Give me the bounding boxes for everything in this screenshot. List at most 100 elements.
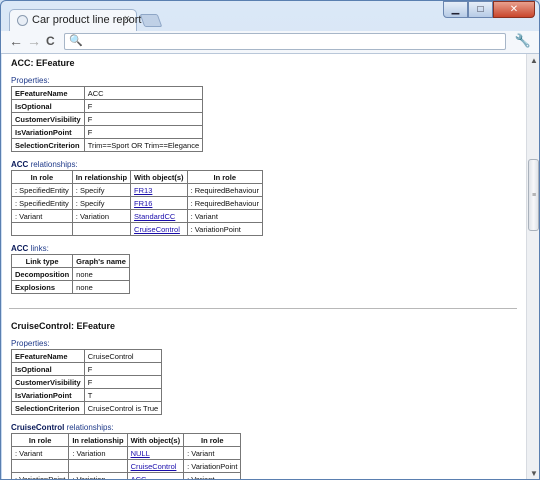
object-link[interactable]: ACC <box>131 475 147 480</box>
scroll-down-arrow-icon[interactable]: ▼ <box>530 469 538 478</box>
table-row: : Variant: Variation StandardCC: Variant <box>11 209 263 223</box>
section-title: CruiseControl: EFeature <box>11 321 116 331</box>
relationship-cell: : Variation <box>68 446 128 460</box>
table-row: CustomerVisibility F <box>11 375 163 389</box>
object-cell: StandardCC <box>130 209 188 223</box>
forward-arrow-icon[interactable]: → <box>27 33 41 49</box>
object-link[interactable]: FR16 <box>134 199 152 208</box>
relationships-table: In role In relationship With object(s) In r… <box>10 433 242 480</box>
object-link[interactable]: NULL <box>131 449 150 458</box>
property-key: EFeatureName <box>11 349 85 363</box>
relationship-cell <box>68 459 128 473</box>
object-cell: FR16 <box>130 196 188 210</box>
object-role-cell: : VariationPoint <box>186 222 263 236</box>
new-tab-button[interactable] <box>139 14 163 27</box>
graph-name: none <box>72 267 130 281</box>
object-role-cell: : RequiredBehaviour <box>186 183 263 197</box>
role-cell <box>11 222 73 236</box>
relationships-suffix: relationships: <box>28 160 78 169</box>
properties-label: Properties: <box>11 339 50 348</box>
property-value: Trim==Sport OR Trim==Elegance <box>83 138 204 152</box>
column-header: Graph's name <box>72 254 130 268</box>
table-row: Explosions none <box>10 280 130 294</box>
property-value: CruiseControl <box>83 349 163 363</box>
property-value: F <box>83 125 204 139</box>
role-cell: : Variant <box>10 446 70 460</box>
property-key: IsOptional <box>11 362 85 376</box>
object-role-cell: : VariationPoint <box>183 459 242 473</box>
table-row: IsOptional F <box>11 99 204 113</box>
close-tab-icon[interactable]: × <box>124 13 130 25</box>
links-table: Link type Graph's name Decomposition none Ex… <box>10 254 130 294</box>
object-role-cell: : Variant <box>186 209 263 223</box>
object-link[interactable]: CruiseControl <box>134 225 180 234</box>
property-key: CustomerVisibility <box>11 112 85 126</box>
relationships-owner: CruiseControl <box>11 423 65 432</box>
table-row: : VariationPoint: Variation ACC : Variant <box>10 472 242 480</box>
scroll-up-arrow-icon[interactable]: ▲ <box>530 56 538 65</box>
role-cell: : VariationPoint <box>10 472 70 479</box>
property-key: SelectionCriterion <box>11 401 85 415</box>
reload-icon[interactable]: C <box>46 34 55 48</box>
object-link[interactable]: StandardCC <box>134 212 175 221</box>
object-role-cell: : RequiredBehaviour <box>186 196 263 210</box>
table-row: : SpecifiedEntity: Specify FR16: Required… <box>11 196 263 210</box>
object-role-cell: : Variant <box>183 472 242 479</box>
link-type: Explosions <box>10 280 74 294</box>
property-key: EFeatureName <box>11 86 85 100</box>
table-row: SelectionCriterion CruiseControl is True <box>11 401 163 415</box>
relationships-label: CruiseControl relationships: <box>11 423 517 432</box>
property-value: F <box>83 375 163 389</box>
vertical-scrollbar[interactable]: ▲ ≡ ▼ <box>526 54 539 479</box>
close-window-button[interactable]: ✕ <box>493 1 535 18</box>
column-header: In relationship <box>68 433 128 447</box>
object-link[interactable]: CruiseControl <box>131 462 177 471</box>
window-controls: ▁ □ ✕ <box>443 1 535 19</box>
address-bar[interactable]: 🔍 <box>64 33 506 50</box>
column-header: In role <box>186 170 263 184</box>
column-header: In relationship <box>71 170 132 184</box>
role-cell <box>10 459 70 473</box>
relationship-cell: : Specify <box>71 183 132 197</box>
back-arrow-icon[interactable]: ← <box>9 33 23 49</box>
header-row: In role In relationship With object(s) In r… <box>10 433 242 447</box>
relationship-cell: : Variation <box>71 209 132 223</box>
minimize-button[interactable]: ▁ <box>443 1 468 18</box>
properties-table: EFeatureName CruiseControl IsOptional F Cust… <box>11 349 163 415</box>
table-row: CustomerVisibility F <box>11 112 204 126</box>
scrollbar-thumb[interactable]: ≡ <box>528 159 539 231</box>
relationship-cell: : Specify <box>71 196 132 210</box>
maximize-button[interactable]: □ <box>468 1 493 18</box>
table-row: CruiseControl : VariationPoint <box>11 222 263 236</box>
browser-window: Car product line report × ▁ □ ✕ ← → C 🔍 … <box>0 0 540 480</box>
property-value: F <box>83 362 163 376</box>
role-cell: : SpecifiedEntity <box>11 183 73 197</box>
properties-label: Properties: <box>11 76 50 85</box>
object-cell: ACC <box>126 472 185 480</box>
table-row: Decomposition none <box>10 267 130 281</box>
relationships-label: ACC relationships: <box>11 160 517 169</box>
relationship-cell: : Variation <box>68 472 128 479</box>
property-key: IsOptional <box>11 99 85 113</box>
search-icon: 🔍 <box>69 35 83 47</box>
link-type: Decomposition <box>10 267 74 281</box>
table-row: IsVariationPoint F <box>11 125 204 139</box>
column-header: In role <box>10 433 70 447</box>
role-cell: : Variant <box>11 209 73 223</box>
object-link[interactable]: FR13 <box>134 186 152 195</box>
property-key: IsVariationPoint <box>11 388 85 402</box>
table-row: : SpecifiedEntity: Specify FR13 : Required… <box>11 183 263 197</box>
property-value: T <box>83 388 163 402</box>
title-bar: Car product line report × ▁ □ ✕ <box>1 1 539 31</box>
column-header: With object(s) <box>126 433 185 447</box>
property-value: ACC <box>83 86 204 100</box>
table-row: : Variant: Variation NULL: Variant <box>10 446 242 460</box>
wrench-menu-icon[interactable]: 🔧 <box>515 33 531 49</box>
section-title: ACC: EFeature <box>11 58 75 68</box>
table-row: SelectionCriterion Trim==Sport OR Trim==E… <box>11 138 204 152</box>
browser-tab[interactable]: Car product line report × <box>9 9 141 31</box>
relationship-cell <box>71 222 132 236</box>
property-key: IsVariationPoint <box>11 125 85 139</box>
object-cell: NULL <box>126 446 185 460</box>
table-row: IsVariationPoint T <box>11 388 163 402</box>
